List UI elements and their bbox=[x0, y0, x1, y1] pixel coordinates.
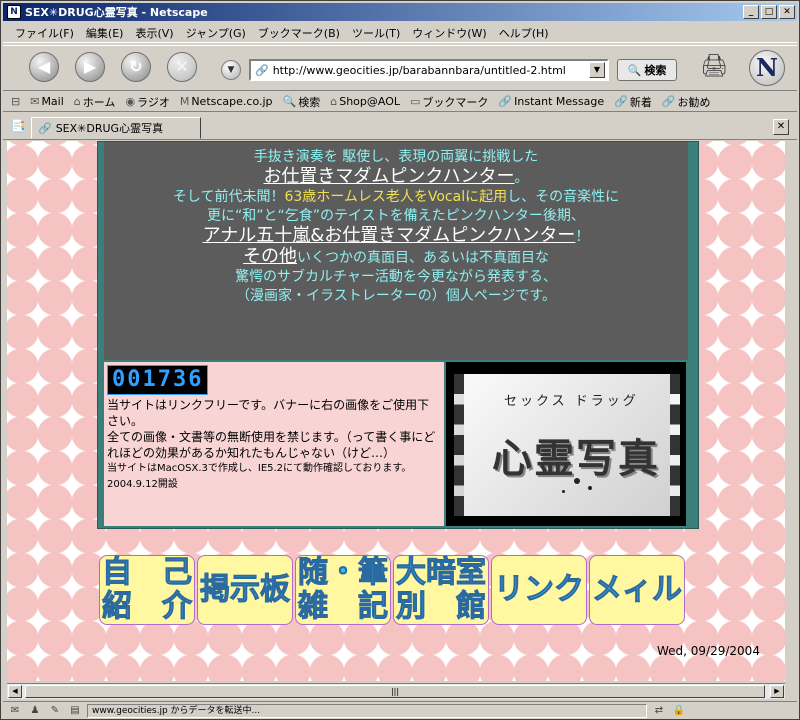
bookmark-shop[interactable]: ⌂ Shop@AOL bbox=[326, 95, 404, 108]
bookmarks-toolbar: ⊟ ✉ Mail ⌂ ホーム ◉ ラジオ M Netscape.co.jp 🔍 検索 ⌂ S… bbox=[3, 92, 797, 112]
search-icon: 🔍 bbox=[282, 95, 297, 108]
url-dropdown-icon[interactable]: ▼ bbox=[589, 62, 605, 78]
nav-bbs-button[interactable]: 掲示板 bbox=[197, 555, 293, 625]
link-icon: 🔗 bbox=[614, 95, 628, 108]
link-icon: 🔗 bbox=[661, 95, 676, 108]
intro-line-7: 驚愕のサブカルチャー活動を今更ながら発表する、 bbox=[235, 269, 557, 285]
menu-bookmarks[interactable]: ブックマーク(B) bbox=[252, 25, 346, 41]
title-bar: N SEX✳DRUG心霊写真 - Netscape _ □ ✕ bbox=[3, 3, 797, 21]
nav-profile-button[interactable]: 自 己 紹 介 bbox=[99, 555, 195, 625]
bookmark-menu-icon[interactable]: ⊟ bbox=[7, 95, 24, 108]
bookmark-netscape[interactable]: M Netscape.co.jp bbox=[176, 95, 277, 108]
folder-icon: ▭ bbox=[410, 95, 421, 108]
link-icon: 🔗 bbox=[38, 121, 52, 135]
site-banner[interactable]: セックス ドラッグ 心霊写真 bbox=[446, 362, 686, 526]
horizontal-scrollbar[interactable]: ◀ ||| ▶ bbox=[7, 683, 785, 699]
my-icon: M bbox=[179, 95, 190, 108]
menu-window[interactable]: ウィンドウ(W) bbox=[406, 25, 492, 41]
url-field[interactable]: 🔗 http://www.geocities.jp/barabannbara/u… bbox=[249, 59, 609, 81]
status-text: www.geocities.jp からデータを転送中... bbox=[87, 703, 647, 718]
tab-menu-icon[interactable]: 📑 bbox=[9, 118, 27, 136]
intro-text-box: 手抜き演奏を 駆使し、表現の両翼に挑戦した お仕置きマダムピンクハンター。 そし… bbox=[104, 142, 688, 360]
minimize-button[interactable]: _ bbox=[743, 5, 759, 19]
aim-icon[interactable]: ♟ bbox=[27, 704, 43, 718]
intro-line-3: そして前代未聞！63歳ホームレス老人をVocalに起用し、その音楽性に bbox=[172, 189, 620, 205]
netscape-icon: N bbox=[7, 5, 21, 19]
menu-view[interactable]: 表示(V) bbox=[129, 25, 179, 41]
back-button[interactable]: ◀ bbox=[29, 52, 59, 82]
site-info: 001736 当サイトはリンクフリーです。バナーに右の画像をご使用下さい。 全て… bbox=[104, 362, 444, 526]
scroll-right-icon[interactable]: ▶ bbox=[770, 685, 784, 698]
intro-line-1: 手抜き演奏を 駆使し、表現の両翼に挑戦した bbox=[253, 149, 539, 165]
url-history-icon[interactable]: ▼ bbox=[221, 60, 241, 80]
navigation-toolbar: ◀ ▶ ↻ ✕ ▼ 🔗 http://www.geocities.jp/bara… bbox=[3, 45, 797, 91]
netscape-logo[interactable]: N bbox=[749, 50, 785, 86]
anal-igarashi-link[interactable]: アナル五十嵐&お仕置きマダムピンクハンター bbox=[203, 225, 576, 246]
close-button[interactable]: ✕ bbox=[779, 5, 795, 19]
search-icon: 🔍 bbox=[627, 63, 642, 77]
mail-icon: ✉ bbox=[30, 95, 40, 108]
shop-icon: ⌂ bbox=[330, 95, 338, 108]
scroll-left-icon[interactable]: ◀ bbox=[8, 685, 22, 698]
bookmark-bookmarks[interactable]: ▭ ブックマーク bbox=[406, 94, 492, 110]
site-environment-note: 当サイトはMacOSX.3で作成し、IE5.2にて動作確認しております。2004… bbox=[107, 463, 412, 490]
radio-icon: ◉ bbox=[125, 95, 136, 108]
print-icon[interactable]: 🖨 bbox=[699, 52, 729, 82]
bookmark-search[interactable]: 🔍 検索 bbox=[279, 94, 325, 110]
menu-edit[interactable]: 編集(E) bbox=[80, 25, 130, 41]
status-bar: ✉ ♟ ✎ ▤ www.geocities.jp からデータを転送中... ⇄ … bbox=[3, 701, 797, 719]
copyright-notice: 全ての画像・文書等の無断使用を禁じます。（って書く事にどれほどの効果があるか知れ… bbox=[107, 430, 436, 460]
link-free-notice: 当サイトはリンクフリーです。バナーに右の画像をご使用下さい。 bbox=[107, 398, 430, 428]
menu-tools[interactable]: ツール(T) bbox=[346, 25, 406, 41]
menu-file[interactable]: ファイル(F) bbox=[9, 25, 80, 41]
maximize-button[interactable]: □ bbox=[761, 5, 777, 19]
visitor-counter: 001736 bbox=[107, 365, 209, 395]
site-nav-buttons: 自 己 紹 介 掲示板 随・筆 雑 記 大暗室 別 館 リンク メィル bbox=[99, 555, 685, 625]
web-page: 手抜き演奏を 駆使し、表現の両翼に挑戦した お仕置きマダムピンクハンター。 そし… bbox=[7, 141, 785, 681]
forward-button[interactable]: ▶ bbox=[75, 52, 105, 82]
reload-button[interactable]: ↻ bbox=[121, 52, 151, 82]
window-title: SEX✳DRUG心霊写真 - Netscape bbox=[25, 6, 208, 19]
pink-hunter-link[interactable]: お仕置きマダムピンクハンター bbox=[263, 166, 514, 187]
bookmark-home[interactable]: ⌂ ホーム bbox=[70, 94, 120, 110]
window-controls: _ □ ✕ bbox=[743, 5, 795, 19]
nav-links-button[interactable]: リンク bbox=[491, 555, 587, 625]
banner-image: セックス ドラッグ 心霊写真 bbox=[454, 374, 680, 516]
bookmark-radio[interactable]: ◉ ラジオ bbox=[121, 94, 173, 110]
current-date: Wed, 09/29/2004 bbox=[657, 644, 760, 658]
address-book-icon[interactable]: ▤ bbox=[67, 704, 83, 718]
bookmark-recommend[interactable]: 🔗 お勧め bbox=[658, 94, 715, 110]
link-icon: 🔗 bbox=[255, 63, 269, 77]
scroll-thumb[interactable]: ||| bbox=[25, 685, 765, 698]
link-icon: 🔗 bbox=[498, 95, 513, 108]
browser-window: N SEX✳DRUG心霊写真 - Netscape _ □ ✕ ファイル(F) … bbox=[0, 0, 800, 720]
others-link[interactable]: その他 bbox=[243, 246, 297, 267]
intro-line-8: （漫画家・イラストレーターの）個人ページです。 bbox=[235, 288, 557, 304]
nav-annex-button[interactable]: 大暗室 別 館 bbox=[393, 555, 489, 625]
menu-help[interactable]: ヘルプ(H) bbox=[493, 25, 555, 41]
tab-current[interactable]: 🔗 SEX✳DRUG心霊写真 bbox=[31, 117, 201, 139]
banner-title: 心霊写真 bbox=[492, 435, 660, 482]
mail-status-icon[interactable]: ✉ bbox=[7, 704, 23, 718]
close-tab-button[interactable]: ✕ bbox=[773, 119, 789, 135]
stop-button[interactable]: ✕ bbox=[167, 52, 197, 82]
menu-go[interactable]: ジャンプ(G) bbox=[180, 25, 252, 41]
bookmark-new[interactable]: 🔗 新着 bbox=[610, 94, 656, 110]
bookmark-mail[interactable]: ✉ Mail bbox=[26, 95, 68, 108]
intro-line-4: 更に“和”と“乞食”のテイストを備えたピンクハンター後期、 bbox=[207, 208, 585, 224]
nav-mail-button[interactable]: メィル bbox=[589, 555, 685, 625]
url-text: http://www.geocities.jp/barabannbara/unt… bbox=[272, 63, 566, 77]
composer-icon[interactable]: ✎ bbox=[47, 704, 63, 718]
security-lock-icon[interactable]: 🔒 bbox=[671, 704, 687, 718]
nav-essay-button[interactable]: 随・筆 雑 記 bbox=[295, 555, 391, 625]
tab-bar: 📑 🔗 SEX✳DRUG心霊写真 ✕ bbox=[3, 114, 797, 140]
search-button[interactable]: 🔍 検索 bbox=[617, 59, 677, 81]
banner-subtitle: セックス ドラッグ bbox=[504, 394, 639, 409]
home-icon: ⌂ bbox=[73, 95, 81, 108]
main-panel: 手抜き演奏を 駆使し、表現の両翼に挑戦した お仕置きマダムピンクハンター。 そし… bbox=[97, 141, 699, 529]
bookmark-im[interactable]: 🔗 Instant Message bbox=[494, 95, 608, 108]
connection-icon: ⇄ bbox=[654, 704, 664, 716]
info-row: 001736 当サイトはリンクフリーです。バナーに右の画像をご使用下さい。 全て… bbox=[104, 362, 688, 526]
menu-bar: ファイル(F) 編集(E) 表示(V) ジャンプ(G) ブックマーク(B) ツー… bbox=[3, 23, 797, 43]
